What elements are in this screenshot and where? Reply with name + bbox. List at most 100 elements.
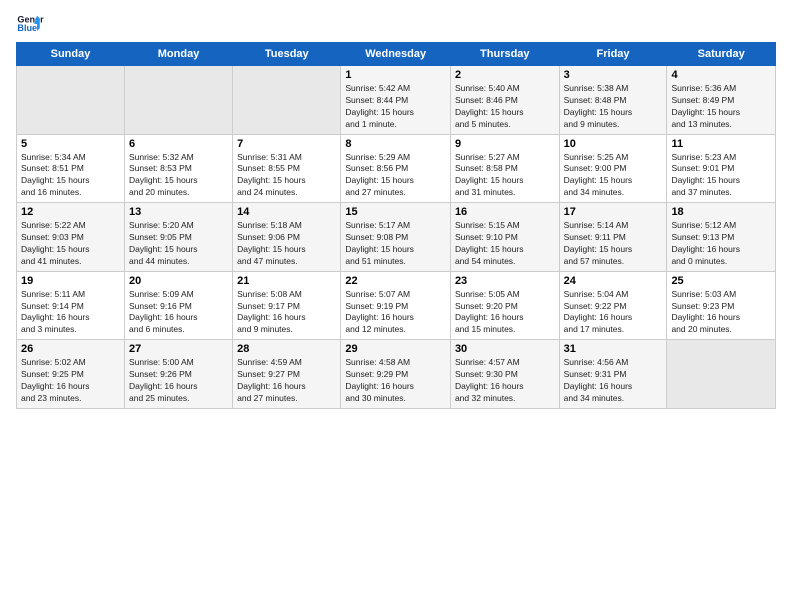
calendar-cell: 30 Sunrise: 4:57 AM Sunset: 9:30 PM Dayli… bbox=[450, 340, 559, 409]
calendar-cell: 15 Sunrise: 5:17 AM Sunset: 9:08 PM Dayli… bbox=[341, 203, 451, 272]
day-info: Sunrise: 5:08 AM Sunset: 9:17 PM Dayligh… bbox=[237, 289, 336, 337]
day-info: Sunrise: 5:32 AM Sunset: 8:53 PM Dayligh… bbox=[129, 152, 228, 200]
day-number: 7 bbox=[237, 138, 336, 150]
col-header-tuesday: Tuesday bbox=[233, 43, 341, 66]
day-info: Sunrise: 5:18 AM Sunset: 9:06 PM Dayligh… bbox=[237, 220, 336, 268]
calendar-cell: 14 Sunrise: 5:18 AM Sunset: 9:06 PM Dayli… bbox=[233, 203, 341, 272]
calendar-cell: 17 Sunrise: 5:14 AM Sunset: 9:11 PM Dayli… bbox=[559, 203, 667, 272]
day-info: Sunrise: 5:25 AM Sunset: 9:00 PM Dayligh… bbox=[564, 152, 663, 200]
day-info: Sunrise: 5:29 AM Sunset: 8:56 PM Dayligh… bbox=[345, 152, 446, 200]
col-header-monday: Monday bbox=[124, 43, 232, 66]
week-row-3: 12 Sunrise: 5:22 AM Sunset: 9:03 PM Dayli… bbox=[17, 203, 776, 272]
day-number: 26 bbox=[21, 343, 120, 355]
week-row-1: 1 Sunrise: 5:42 AM Sunset: 8:44 PM Daylig… bbox=[17, 66, 776, 135]
calendar-cell: 12 Sunrise: 5:22 AM Sunset: 9:03 PM Dayli… bbox=[17, 203, 125, 272]
day-info: Sunrise: 4:56 AM Sunset: 9:31 PM Dayligh… bbox=[564, 357, 663, 405]
calendar-cell bbox=[124, 66, 232, 135]
day-info: Sunrise: 5:02 AM Sunset: 9:25 PM Dayligh… bbox=[21, 357, 120, 405]
logo-icon: General Blue bbox=[16, 10, 44, 38]
calendar-cell: 5 Sunrise: 5:34 AM Sunset: 8:51 PM Daylig… bbox=[17, 134, 125, 203]
day-info: Sunrise: 5:03 AM Sunset: 9:23 PM Dayligh… bbox=[671, 289, 771, 337]
day-number: 16 bbox=[455, 206, 555, 218]
calendar-cell: 8 Sunrise: 5:29 AM Sunset: 8:56 PM Daylig… bbox=[341, 134, 451, 203]
day-number: 10 bbox=[564, 138, 663, 150]
day-number: 21 bbox=[237, 275, 336, 287]
day-number: 29 bbox=[345, 343, 446, 355]
day-info: Sunrise: 5:38 AM Sunset: 8:48 PM Dayligh… bbox=[564, 83, 663, 131]
calendar-cell bbox=[233, 66, 341, 135]
col-header-wednesday: Wednesday bbox=[341, 43, 451, 66]
day-info: Sunrise: 5:05 AM Sunset: 9:20 PM Dayligh… bbox=[455, 289, 555, 337]
calendar-cell: 6Sunrise: 5:32 AM Sunset: 8:53 PM Daylig… bbox=[124, 134, 232, 203]
day-info: Sunrise: 5:23 AM Sunset: 9:01 PM Dayligh… bbox=[671, 152, 771, 200]
calendar-cell: 1 Sunrise: 5:42 AM Sunset: 8:44 PM Daylig… bbox=[341, 66, 451, 135]
day-info: Sunrise: 4:58 AM Sunset: 9:29 PM Dayligh… bbox=[345, 357, 446, 405]
calendar-cell: 16 Sunrise: 5:15 AM Sunset: 9:10 PM Dayli… bbox=[450, 203, 559, 272]
day-info: Sunrise: 5:04 AM Sunset: 9:22 PM Dayligh… bbox=[564, 289, 663, 337]
day-number: 13 bbox=[129, 206, 228, 218]
day-info: Sunrise: 5:17 AM Sunset: 9:08 PM Dayligh… bbox=[345, 220, 446, 268]
day-number: 1 bbox=[345, 69, 446, 81]
calendar-cell: 25 Sunrise: 5:03 AM Sunset: 9:23 PM Dayli… bbox=[667, 271, 776, 340]
day-info: Sunrise: 5:40 AM Sunset: 8:46 PM Dayligh… bbox=[455, 83, 555, 131]
day-number: 17 bbox=[564, 206, 663, 218]
day-info: Sunrise: 5:42 AM Sunset: 8:44 PM Dayligh… bbox=[345, 83, 446, 131]
day-info: Sunrise: 5:00 AM Sunset: 9:26 PM Dayligh… bbox=[129, 357, 228, 405]
week-row-5: 26 Sunrise: 5:02 AM Sunset: 9:25 PM Dayli… bbox=[17, 340, 776, 409]
day-number: 11 bbox=[671, 138, 771, 150]
header: General Blue bbox=[16, 10, 776, 38]
calendar-cell: 20Sunrise: 5:09 AM Sunset: 9:16 PM Dayli… bbox=[124, 271, 232, 340]
day-number: 22 bbox=[345, 275, 446, 287]
col-header-sunday: Sunday bbox=[17, 43, 125, 66]
day-number: 4 bbox=[671, 69, 771, 81]
day-info: Sunrise: 5:14 AM Sunset: 9:11 PM Dayligh… bbox=[564, 220, 663, 268]
calendar-cell: 31Sunrise: 4:56 AM Sunset: 9:31 PM Dayli… bbox=[559, 340, 667, 409]
calendar-cell: 27 Sunrise: 5:00 AM Sunset: 9:26 PM Dayli… bbox=[124, 340, 232, 409]
calendar-table: SundayMondayTuesdayWednesdayThursdayFrid… bbox=[16, 42, 776, 409]
col-header-saturday: Saturday bbox=[667, 43, 776, 66]
day-number: 15 bbox=[345, 206, 446, 218]
day-info: Sunrise: 5:36 AM Sunset: 8:49 PM Dayligh… bbox=[671, 83, 771, 131]
day-number: 12 bbox=[21, 206, 120, 218]
day-info: Sunrise: 4:59 AM Sunset: 9:27 PM Dayligh… bbox=[237, 357, 336, 405]
day-number: 19 bbox=[21, 275, 120, 287]
page: General Blue SundayMondayTuesdayWednesda… bbox=[0, 0, 792, 419]
day-info: Sunrise: 5:11 AM Sunset: 9:14 PM Dayligh… bbox=[21, 289, 120, 337]
calendar-cell: 23Sunrise: 5:05 AM Sunset: 9:20 PM Dayli… bbox=[450, 271, 559, 340]
day-info: Sunrise: 5:31 AM Sunset: 8:55 PM Dayligh… bbox=[237, 152, 336, 200]
day-number: 5 bbox=[21, 138, 120, 150]
col-header-thursday: Thursday bbox=[450, 43, 559, 66]
day-info: Sunrise: 5:12 AM Sunset: 9:13 PM Dayligh… bbox=[671, 220, 771, 268]
day-info: Sunrise: 5:09 AM Sunset: 9:16 PM Dayligh… bbox=[129, 289, 228, 337]
calendar-cell: 29 Sunrise: 4:58 AM Sunset: 9:29 PM Dayli… bbox=[341, 340, 451, 409]
day-info: Sunrise: 5:34 AM Sunset: 8:51 PM Dayligh… bbox=[21, 152, 120, 200]
calendar-cell: 19 Sunrise: 5:11 AM Sunset: 9:14 PM Dayli… bbox=[17, 271, 125, 340]
day-number: 2 bbox=[455, 69, 555, 81]
day-info: Sunrise: 5:27 AM Sunset: 8:58 PM Dayligh… bbox=[455, 152, 555, 200]
logo: General Blue bbox=[16, 10, 48, 38]
day-number: 27 bbox=[129, 343, 228, 355]
day-number: 25 bbox=[671, 275, 771, 287]
calendar-cell: 9 Sunrise: 5:27 AM Sunset: 8:58 PM Daylig… bbox=[450, 134, 559, 203]
day-number: 14 bbox=[237, 206, 336, 218]
day-number: 30 bbox=[455, 343, 555, 355]
day-info: Sunrise: 5:15 AM Sunset: 9:10 PM Dayligh… bbox=[455, 220, 555, 268]
calendar-cell: 24 Sunrise: 5:04 AM Sunset: 9:22 PM Dayli… bbox=[559, 271, 667, 340]
day-number: 24 bbox=[564, 275, 663, 287]
calendar-cell: 22 Sunrise: 5:07 AM Sunset: 9:19 PM Dayli… bbox=[341, 271, 451, 340]
day-info: Sunrise: 5:07 AM Sunset: 9:19 PM Dayligh… bbox=[345, 289, 446, 337]
calendar-cell: 28Sunrise: 4:59 AM Sunset: 9:27 PM Dayli… bbox=[233, 340, 341, 409]
calendar-cell: 4 Sunrise: 5:36 AM Sunset: 8:49 PM Daylig… bbox=[667, 66, 776, 135]
calendar-cell: 7 Sunrise: 5:31 AM Sunset: 8:55 PM Daylig… bbox=[233, 134, 341, 203]
day-info: Sunrise: 4:57 AM Sunset: 9:30 PM Dayligh… bbox=[455, 357, 555, 405]
col-header-friday: Friday bbox=[559, 43, 667, 66]
day-info: Sunrise: 5:22 AM Sunset: 9:03 PM Dayligh… bbox=[21, 220, 120, 268]
calendar-cell: 13Sunrise: 5:20 AM Sunset: 9:05 PM Dayli… bbox=[124, 203, 232, 272]
calendar-cell: 21 Sunrise: 5:08 AM Sunset: 9:17 PM Dayli… bbox=[233, 271, 341, 340]
calendar-cell: 3Sunrise: 5:38 AM Sunset: 8:48 PM Daylig… bbox=[559, 66, 667, 135]
day-number: 8 bbox=[345, 138, 446, 150]
calendar-cell bbox=[667, 340, 776, 409]
calendar-cell: 18Sunrise: 5:12 AM Sunset: 9:13 PM Dayli… bbox=[667, 203, 776, 272]
day-number: 9 bbox=[455, 138, 555, 150]
days-header-row: SundayMondayTuesdayWednesdayThursdayFrid… bbox=[17, 43, 776, 66]
